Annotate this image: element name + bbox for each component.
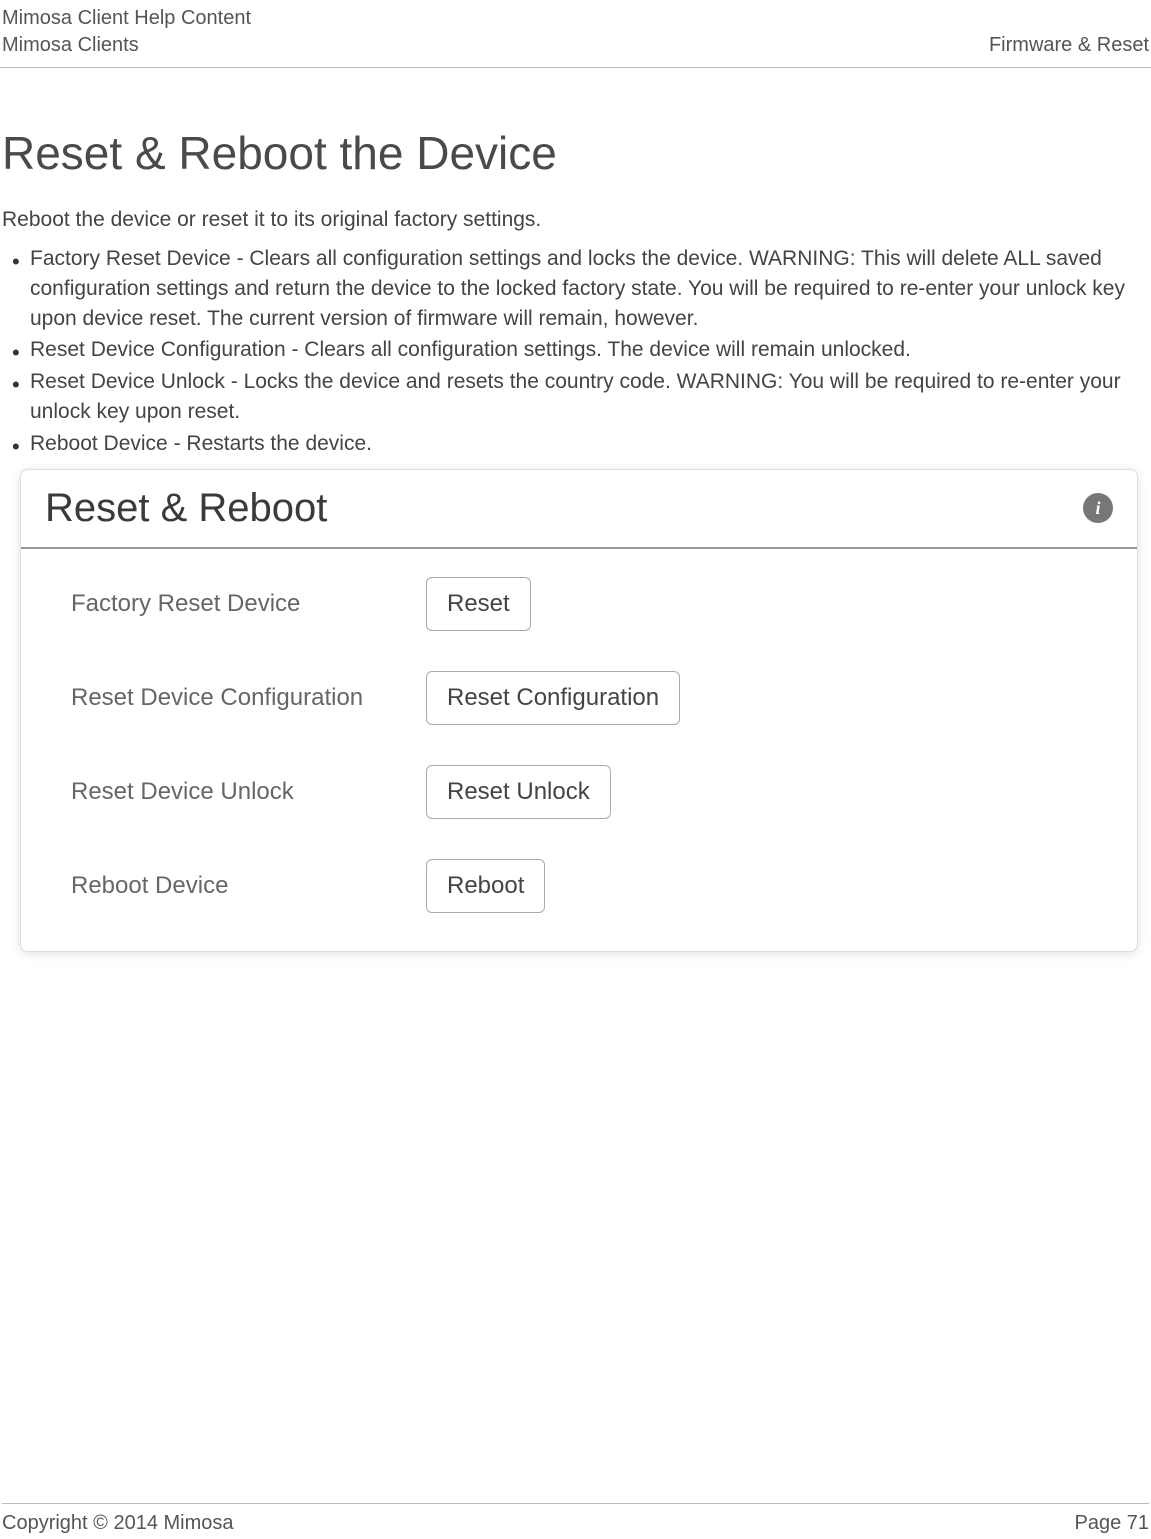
page-title: Reset & Reboot the Device: [2, 126, 1149, 180]
reset-unlock-button[interactable]: Reset Unlock: [426, 765, 611, 819]
label-reset-config: Reset Device Configuration: [71, 684, 426, 712]
row-factory-reset: Factory Reset Device Reset: [71, 577, 1107, 631]
list-item: Reset Device Configuration - Clears all …: [30, 335, 1149, 365]
row-reboot: Reboot Device Reboot: [71, 859, 1107, 913]
list-item: Reset Device Unlock - Locks the device a…: [30, 367, 1149, 427]
footer-copyright: Copyright © 2014 Mimosa: [2, 1512, 234, 1535]
panel-title: Reset & Reboot: [45, 486, 327, 531]
doc-header: Mimosa Client Help Content Mimosa Client…: [0, 0, 1151, 68]
bullet-list: Factory Reset Device - Clears all config…: [2, 244, 1149, 459]
row-reset-unlock: Reset Device Unlock Reset Unlock: [71, 765, 1107, 819]
doc-header-left: Mimosa Client Help Content Mimosa Client…: [2, 5, 251, 59]
main-content: Reset & Reboot the Device Reboot the dev…: [0, 126, 1151, 952]
info-icon[interactable]: i: [1083, 493, 1113, 523]
label-reset-unlock: Reset Device Unlock: [71, 778, 426, 806]
panel-body: Factory Reset Device Reset Reset Device …: [21, 549, 1137, 951]
doc-footer: Copyright © 2014 Mimosa Page 71: [2, 1503, 1149, 1535]
list-item: Factory Reset Device - Clears all config…: [30, 244, 1149, 333]
doc-header-right: Firmware & Reset: [989, 34, 1149, 59]
label-reboot: Reboot Device: [71, 872, 426, 900]
list-item: Reboot Device - Restarts the device.: [30, 429, 1149, 459]
reset-configuration-button[interactable]: Reset Configuration: [426, 671, 680, 725]
doc-header-line1: Mimosa Client Help Content: [2, 5, 251, 32]
label-factory-reset: Factory Reset Device: [71, 590, 426, 618]
footer-page-number: Page 71: [1074, 1512, 1149, 1535]
row-reset-config: Reset Device Configuration Reset Configu…: [71, 671, 1107, 725]
doc-header-line2: Mimosa Clients: [2, 32, 251, 59]
intro-text: Reboot the device or reset it to its ori…: [2, 208, 1149, 232]
reboot-button[interactable]: Reboot: [426, 859, 545, 913]
panel-header: Reset & Reboot i: [21, 470, 1137, 549]
reset-reboot-panel: Reset & Reboot i Factory Reset Device Re…: [20, 469, 1138, 952]
factory-reset-button[interactable]: Reset: [426, 577, 531, 631]
